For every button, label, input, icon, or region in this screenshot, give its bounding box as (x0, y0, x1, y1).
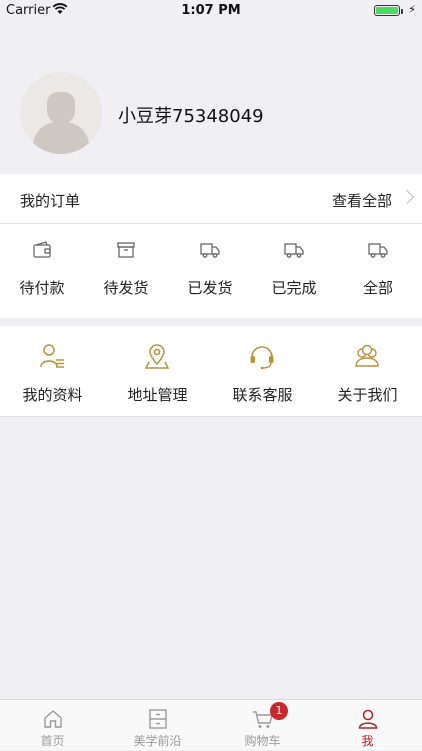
tab-me-label: 我 (361, 734, 374, 748)
tab-cart-label: 购物车 (244, 734, 281, 748)
cart-badge: 1 (270, 702, 288, 720)
wallet-icon (33, 241, 51, 258)
address-management-label: 地址管理 (127, 386, 188, 404)
order-pending-payment[interactable]: 待付款 (0, 224, 84, 318)
truck-icon (200, 243, 220, 258)
order-pending-shipment[interactable]: 待发货 (84, 224, 168, 318)
order-pending-shipment-label: 待发货 (103, 279, 149, 297)
tab-aesthetics-label: 美学前沿 (133, 734, 182, 748)
headset-icon (250, 346, 274, 370)
customer-service-label: 联系客服 (232, 386, 293, 404)
tab-cart[interactable]: 1 购物车 (210, 700, 315, 751)
order-completed[interactable]: 已完成 (252, 224, 336, 318)
truck-icon (368, 243, 388, 258)
battery-cap (401, 9, 403, 14)
avatar[interactable] (20, 72, 102, 154)
orders-section: 我的订单 查看全部 待付款 待发货 已发货 已完成 全部 (0, 174, 422, 318)
home-icon (44, 710, 62, 728)
chevron-right-icon (399, 189, 415, 205)
user-profile-icon (40, 344, 64, 368)
order-all[interactable]: 全部 (336, 224, 420, 318)
about-us-label: 关于我们 (337, 386, 398, 404)
my-profile-button[interactable]: 我的资料 (0, 326, 105, 417)
tab-home[interactable]: 首页 (0, 700, 105, 751)
order-shipped-label: 已发货 (187, 279, 233, 297)
cabinet-icon (149, 709, 167, 729)
group-icon (355, 344, 379, 367)
services-section: 我的资料 地址管理 联系客服 关于我们 (0, 326, 422, 417)
customer-service-button[interactable]: 联系客服 (210, 326, 315, 417)
truck-icon (284, 243, 304, 258)
username: 小豆芽75348049 (118, 106, 264, 127)
orders-header[interactable]: 我的订单 查看全部 (0, 174, 422, 224)
about-us-button[interactable]: 关于我们 (315, 326, 420, 417)
orders-title: 我的订单 (20, 192, 81, 210)
order-shipped[interactable]: 已发货 (168, 224, 252, 318)
tab-aesthetics[interactable]: 美学前沿 (105, 700, 210, 751)
user-icon (358, 709, 378, 729)
map-pin-icon (144, 344, 170, 369)
charging-icon: ⚡ (408, 3, 416, 16)
profile-header: 小豆芽75348049 (0, 22, 422, 174)
battery-icon (374, 5, 400, 16)
address-management-button[interactable]: 地址管理 (105, 326, 210, 417)
my-profile-label: 我的资料 (22, 386, 83, 404)
clock: 1:07 PM (181, 3, 241, 18)
view-all-orders-link[interactable]: 查看全部 (332, 190, 392, 211)
tab-bar: 首页 美学前沿 1 购物车 我 (0, 699, 422, 750)
order-all-label: 全部 (362, 279, 393, 297)
status-bar: Carrier 1:07 PM ⚡ (0, 0, 422, 22)
order-completed-label: 已完成 (271, 279, 317, 297)
tab-me[interactable]: 我 (315, 700, 420, 751)
box-icon (117, 242, 135, 258)
order-pending-payment-label: 待付款 (19, 279, 65, 297)
tab-home-label: 首页 (40, 734, 65, 748)
